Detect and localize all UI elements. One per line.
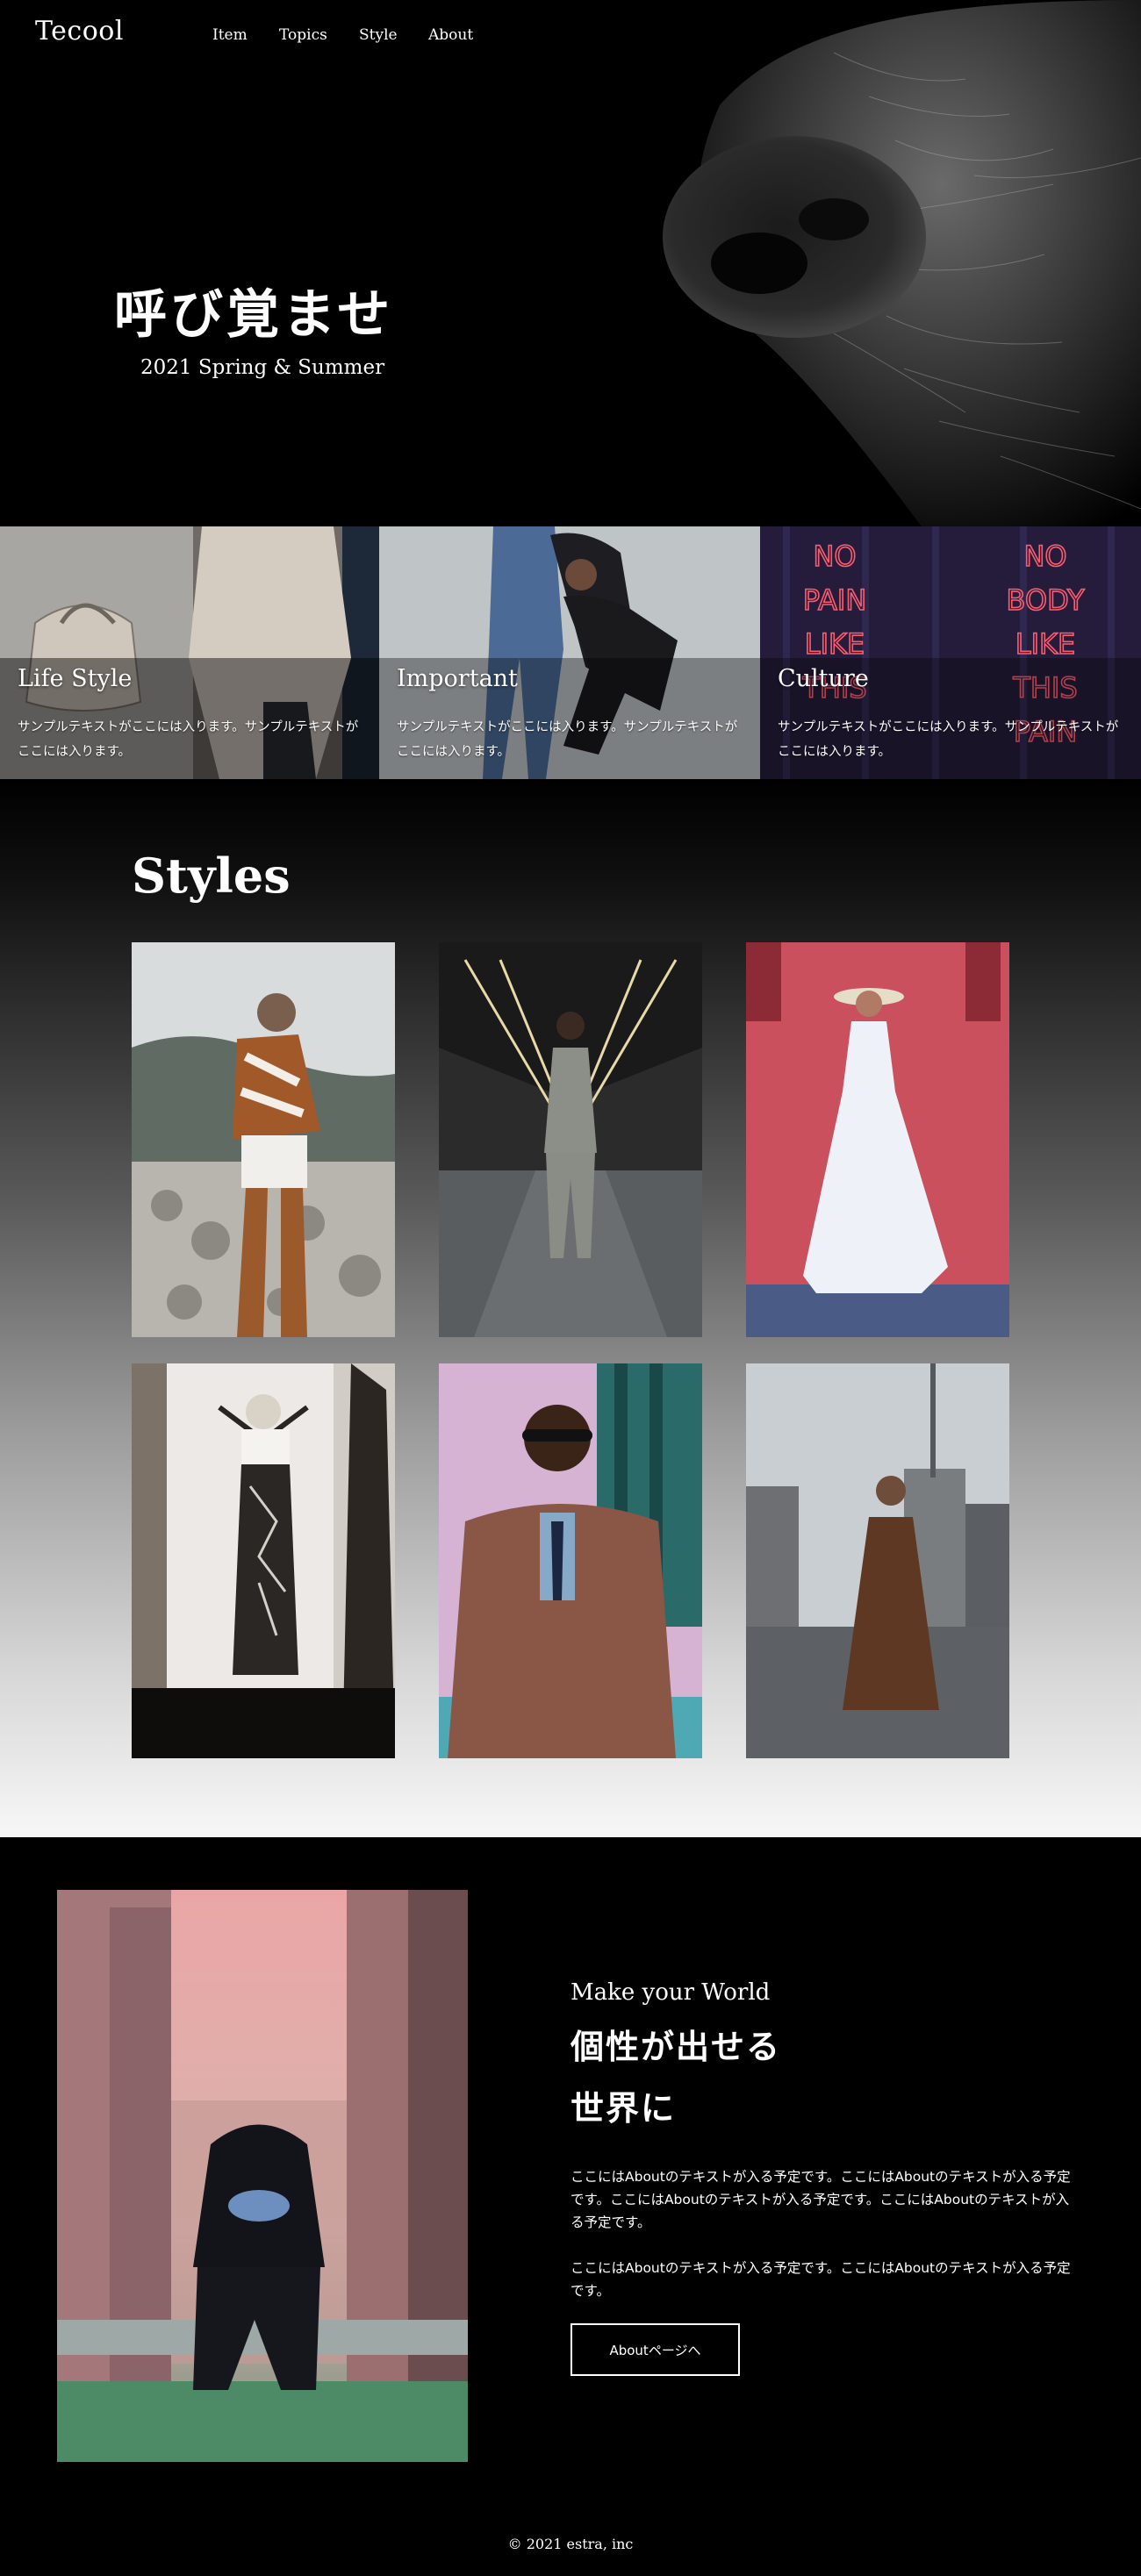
nav-item[interactable]: Item [212, 26, 279, 44]
style-photo-6[interactable] [746, 1363, 1009, 1758]
style-photo-3[interactable] [746, 942, 1009, 1337]
nav-style[interactable]: Style [359, 26, 428, 44]
hero-title: 呼び覚ませ [114, 284, 394, 346]
about-title-line2: 世界に [570, 2088, 677, 2128]
styles-title: Styles [132, 848, 291, 904]
neon-right-1: NO [1023, 540, 1066, 573]
about-image [57, 1890, 468, 2462]
footer: © 2021 estra, inc [0, 2494, 1141, 2576]
style-photo-4[interactable] [132, 1363, 395, 1758]
about-section: Make your World 個性が出せる 世界に ここにはAboutのテキス… [0, 1837, 1141, 2494]
neon-left-2: PAIN [803, 583, 867, 617]
category-text: サンプルテキストがここには入ります。サンプルテキストがここには入ります。 [397, 720, 738, 759]
neon-left-3: LIKE [805, 627, 865, 661]
hero-section: Tecool Item Topics Style About 呼び覚ませ 202… [0, 0, 1141, 526]
category-title: Important [397, 665, 518, 692]
about-paragraph-2: ここにはAboutのテキストが入る予定です。ここにはAboutのテキストが入る予… [570, 2260, 1071, 2299]
neon-right-3: LIKE [1015, 627, 1075, 661]
main-nav: Item Topics Style About [212, 26, 473, 44]
category-card-culture[interactable]: NO PAIN LIKE THIS NO BODY LIKE THIS PAIN… [760, 526, 1141, 779]
neon-right-2: BODY [1006, 583, 1084, 617]
category-cards: Life Style サンプルテキストがここには入ります。サンプルテキストがここ… [0, 526, 1141, 779]
nav-topics[interactable]: Topics [279, 26, 359, 44]
hero-subtitle: 2021 Spring & Summer [140, 356, 385, 379]
neon-left-1: NO [813, 540, 856, 573]
category-text: サンプルテキストがここには入ります。サンプルテキストがここには入ります。 [778, 720, 1119, 759]
category-title: Culture [778, 665, 869, 692]
about-kicker: Make your World [570, 1979, 771, 2006]
dog-nose-image [606, 0, 1141, 526]
category-card-important[interactable]: Important サンプルテキストがここには入ります。サンプルテキストがここに… [379, 526, 760, 779]
site-logo[interactable]: Tecool [35, 16, 124, 47]
style-photo-5[interactable] [439, 1363, 702, 1758]
copyright: © 2021 estra, inc [507, 2536, 634, 2552]
category-card-lifestyle[interactable]: Life Style サンプルテキストがここには入ります。サンプルテキストがここ… [0, 526, 379, 779]
category-text: サンプルテキストがここには入ります。サンプルテキストがここには入ります。 [18, 720, 359, 759]
category-title: Life Style [18, 665, 133, 692]
style-photo-1[interactable] [132, 942, 395, 1337]
nav-about[interactable]: About [428, 26, 473, 44]
about-paragraph-1: ここにはAboutのテキストが入る予定です。ここにはAboutのテキストが入る予… [570, 2169, 1071, 2230]
about-title-line1: 個性が出せる [570, 2027, 782, 2066]
style-photo-2[interactable] [439, 942, 702, 1337]
styles-section: Styles [0, 779, 1141, 1837]
about-page-button[interactable]: Aboutページへ [570, 2323, 740, 2376]
about-title: 個性が出せる 世界に [570, 2016, 781, 2139]
